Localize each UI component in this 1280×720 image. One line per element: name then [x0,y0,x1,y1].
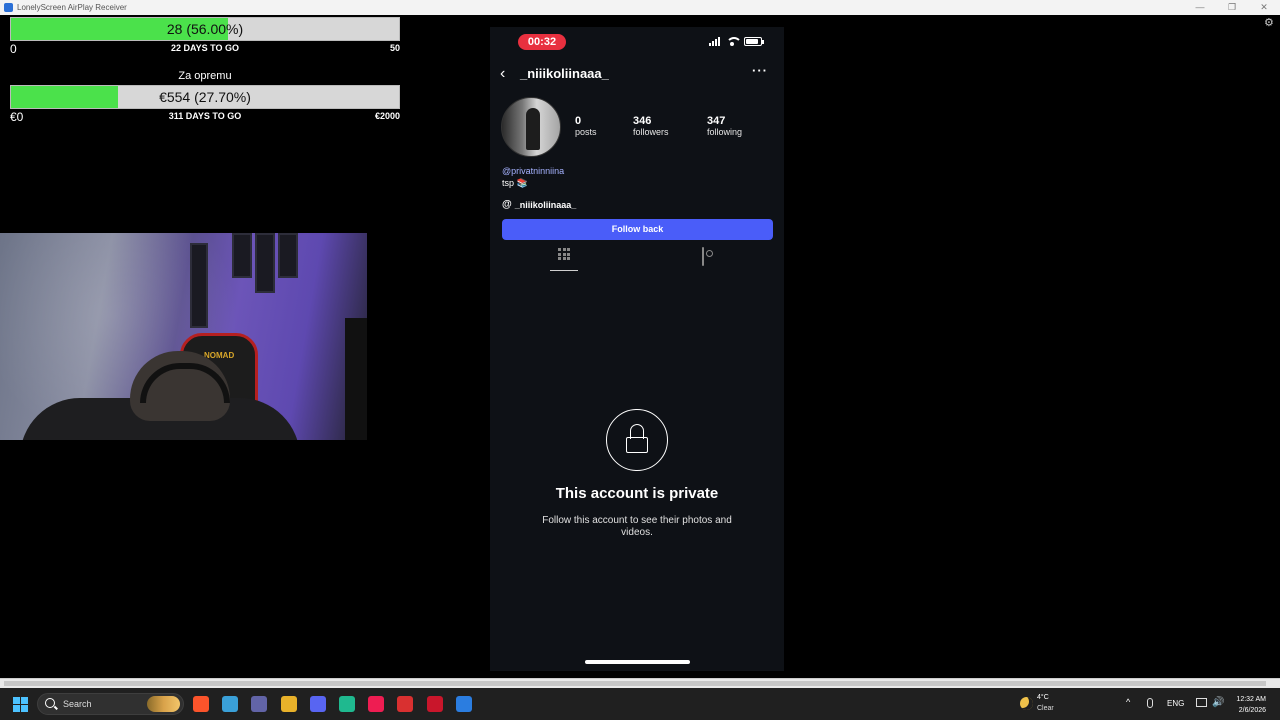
teams-icon[interactable] [251,696,268,712]
settings-gear-icon[interactable]: ⚙ [1264,17,1276,29]
followers-count: 346 [633,115,652,127]
maximize-button[interactable]: ❐ [1216,0,1248,15]
goal-progress-bar: €554 (27.70%) [10,85,400,109]
taskbar-search[interactable]: Search [37,693,184,715]
more-options-icon[interactable]: ··· [752,63,768,78]
posts-count: 0 [575,115,582,127]
goal-progress-text: 28 (56.00%) [166,21,244,37]
horizontal-scrollbar[interactable] [0,678,1280,688]
minimize-button[interactable]: — [1184,0,1216,15]
weather-temp[interactable]: 4°C [1037,694,1049,701]
grid-icon [558,248,570,260]
status-icons [709,37,764,46]
goal-days-left: 22 DAYS TO GO [170,43,240,53]
followers-label: followers [633,127,669,137]
lock-icon [606,409,668,471]
file-explorer-icon[interactable] [222,696,239,712]
close-button[interactable]: ✕ [1248,0,1280,15]
window-title-bar: LonelyScreen AirPlay Receiver — ❐ ✕ [0,0,1280,15]
clock-time: 12:32 AM [1236,696,1266,703]
brave-icon[interactable] [193,696,209,712]
goal-max: 50 [389,43,400,53]
app-green-icon[interactable] [339,696,355,712]
stat-posts[interactable]: 0 posts [575,115,597,137]
private-account-title: This account is private [555,485,719,502]
goal-max: €2000 [374,111,400,121]
tab-tagged[interactable] [702,247,718,266]
private-account-subtitle: Follow this account to see their photos … [542,515,732,538]
search-icon [45,698,55,708]
call-timer-pill: 00:32 [518,34,566,50]
goal-progress-text: €554 (27.70%) [159,89,251,105]
remote-desktop-icon[interactable] [455,696,472,712]
threads-icon: @ [502,199,512,210]
goal-widget-2: €554 (27.70%) €0 311 DAYS TO GO €2000 [10,85,400,124]
profile-username: _niiikoliinaaa_ [520,66,609,81]
stat-following[interactable]: 347 following [707,115,742,137]
goal-widget-1: 28 (56.00%) 0 22 DAYS TO GO 50 [10,17,400,56]
weather-condition[interactable]: Clear [1037,705,1054,712]
obs-icon[interactable] [397,696,414,712]
window-title: LonelyScreen AirPlay Receiver [17,3,127,12]
tagged-photos-icon [702,247,704,266]
weather-moon-icon[interactable] [1020,697,1033,710]
phone-status-bar: 00:32 [490,27,784,57]
volume-icon[interactable]: 🔊 [1212,697,1224,708]
wifi-icon [726,37,742,46]
input-language[interactable]: ENG [1167,699,1184,708]
threads-handle: _niiikoliinaaa_ [514,199,577,210]
start-button-icon[interactable] [13,697,28,712]
goal-progress-bar: 28 (56.00%) [10,17,400,41]
scrollbar-thumb[interactable] [4,681,1266,686]
tiktok-icon[interactable] [368,696,385,712]
goal-meta: 0 22 DAYS TO GO 50 [10,41,400,56]
window-controls: — ❐ ✕ [1184,0,1280,15]
following-label: following [707,127,743,137]
lonelyscreen-app-icon [4,3,13,12]
network-icon[interactable] [1196,698,1207,707]
search-placeholder: Search [63,699,92,709]
windows-taskbar: Search 4°C Clear ^ ENG 🔊 12:32 AM 2/6/20… [0,688,1280,720]
stat-followers[interactable]: 346 followers [633,115,669,137]
clock-date: 2/6/2026 [1238,707,1266,714]
home-indicator[interactable] [585,660,690,664]
bio-mention-link[interactable]: @privatninniina [502,166,564,176]
microphone-icon[interactable] [1147,698,1153,708]
profile-tabs [490,245,784,271]
posts-label: posts [575,127,597,137]
speaker [345,318,367,440]
chrome-icon[interactable] [280,696,297,712]
lock-body [626,437,648,453]
search-highlight-image [147,696,180,712]
goal-meta: €0 311 DAYS TO GO €2000 [10,109,400,124]
signal-icon [709,37,720,46]
threads-link[interactable]: @ _niiikoliinaaa_ [502,199,576,210]
webcam-feed: NOMAD [0,233,367,440]
door [190,243,208,328]
phone-screen: 00:32 ‹ _niiikoliinaaa_ ··· 0 posts 346 … [490,27,784,671]
clock[interactable]: 12:32 AM 2/6/2026 [1232,694,1266,716]
profile-avatar[interactable] [501,97,561,157]
bio-text: tsp 📚 [502,178,528,188]
tab-posts-grid[interactable] [550,245,578,271]
profile-nav: ‹ _niiikoliinaaa_ ··· [490,63,784,85]
discord-icon[interactable] [309,696,326,712]
avatar-figure [526,108,540,150]
following-count: 347 [707,115,726,127]
wall-art [278,233,298,278]
follow-back-button[interactable]: Follow back [502,219,773,240]
back-arrow-icon[interactable]: ‹ [500,65,505,83]
tf-icon[interactable] [426,696,443,712]
wall-art [232,233,252,278]
show-hidden-icons-chevron-icon[interactable]: ^ [1126,697,1130,707]
wall-art [255,233,275,293]
goal-days-left: 311 DAYS TO GO [168,111,242,121]
battery-icon [744,37,764,46]
goal-title: Za opremu [178,70,232,82]
